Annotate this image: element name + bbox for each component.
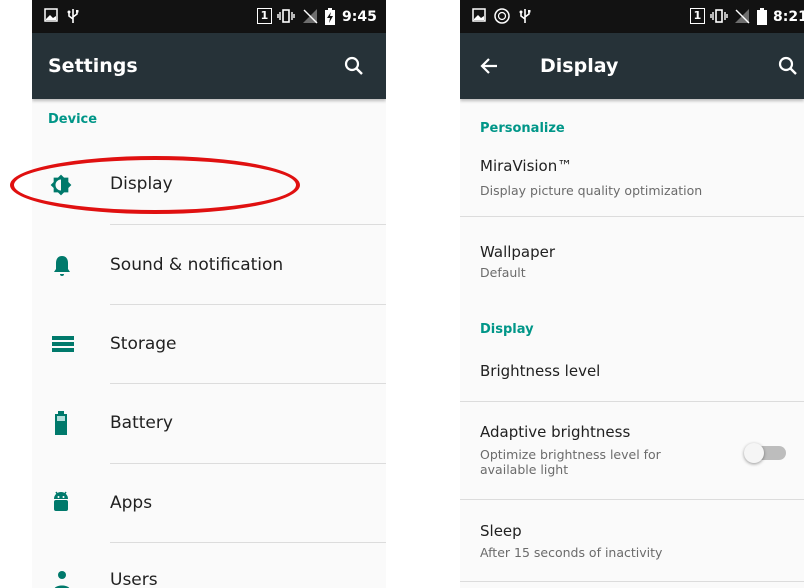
bell-icon	[54, 256, 70, 276]
highlight-annotation	[10, 156, 300, 214]
no-signal-icon	[735, 9, 750, 24]
pref-summary: Optimize brightness level for available …	[480, 447, 661, 477]
sim-indicator: 1	[257, 8, 272, 24]
clock: 8:21	[773, 9, 804, 25]
app-bar: Display	[460, 33, 804, 99]
divider	[110, 383, 386, 384]
pref-title: Sleep	[480, 522, 522, 540]
divider	[110, 463, 386, 464]
settings-item-label: Storage	[110, 334, 177, 354]
divider	[110, 224, 386, 225]
display-settings-screen: 1 8:21 Display Personalize MiraVision™ D…	[460, 0, 804, 588]
image-notification-icon	[472, 8, 486, 22]
person-icon	[54, 571, 70, 588]
storage-icon	[52, 336, 74, 352]
pref-summary: Default	[480, 265, 526, 280]
battery-icon	[55, 411, 67, 435]
divider	[460, 499, 804, 500]
settings-screen: 1 9:45 Settings Device Display Sound & n…	[32, 0, 386, 588]
status-bar: 1 8:21	[460, 0, 804, 33]
page-title: Settings	[48, 55, 138, 77]
image-notification-icon	[44, 8, 58, 22]
divider	[460, 216, 804, 217]
settings-item-label: Apps	[110, 493, 153, 513]
pref-title: Wallpaper	[480, 243, 556, 261]
vibrate-icon	[277, 9, 295, 23]
toggle-thumb	[744, 443, 764, 463]
divider	[110, 304, 386, 305]
settings-item-label: Users	[110, 570, 158, 588]
pref-title: Brightness level	[480, 362, 601, 380]
section-header-display: Display	[480, 322, 534, 337]
pref-title: MiraVision™	[480, 157, 573, 175]
section-header-personalize: Personalize	[480, 121, 565, 136]
divider	[110, 542, 386, 543]
clock: 9:45	[342, 9, 377, 25]
vibrate-icon	[710, 9, 728, 23]
app-bar: Settings	[32, 33, 386, 99]
android-icon	[54, 491, 68, 511]
usb-icon	[67, 9, 79, 23]
divider	[460, 401, 804, 402]
pref-summary: Display picture quality optimization	[480, 183, 703, 198]
search-icon[interactable]	[344, 56, 364, 76]
back-arrow-icon[interactable]	[480, 57, 498, 75]
battery-full-icon	[757, 8, 767, 25]
sim-indicator: 1	[690, 8, 705, 24]
divider	[460, 581, 804, 582]
no-signal-icon	[303, 9, 318, 24]
usb-icon	[519, 9, 531, 23]
settings-item-label: Sound & notification	[110, 255, 284, 275]
pref-title: Adaptive brightness	[480, 423, 631, 441]
battery-charging-icon	[325, 8, 335, 25]
status-bar: 1 9:45	[32, 0, 386, 33]
fm-radio-icon	[494, 8, 510, 24]
settings-item-label: Battery	[110, 413, 173, 433]
pref-summary: After 15 seconds of inactivity	[480, 545, 663, 560]
section-header-device: Device	[48, 112, 98, 127]
page-title: Display	[540, 55, 619, 77]
search-icon[interactable]	[778, 56, 798, 76]
